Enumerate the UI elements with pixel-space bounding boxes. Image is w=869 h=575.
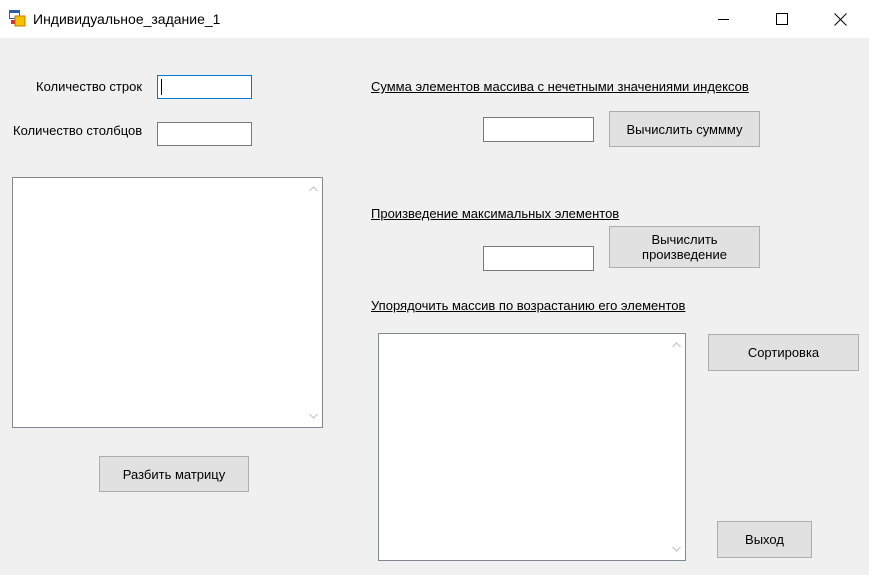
app-form-icon — [9, 10, 26, 27]
compute-sum-button[interactable]: Вычислить суммму — [609, 111, 760, 147]
minimize-button[interactable] — [695, 0, 753, 38]
compute-product-label-line1: Вычислить — [651, 232, 718, 247]
sorted-listbox-scrollbar[interactable] — [668, 334, 685, 560]
matrix-listbox[interactable] — [12, 177, 323, 428]
scroll-down-icon[interactable] — [308, 410, 319, 421]
maximize-button[interactable] — [753, 0, 811, 38]
window-title: Индивидуальное_задание_1 — [33, 11, 221, 27]
cols-count-label: Количество столбцов — [13, 123, 143, 138]
product-max-label: Произведение максимальных элементов — [371, 206, 620, 221]
rows-count-input[interactable] — [157, 75, 252, 99]
rows-count-label: Количество строк — [36, 79, 143, 94]
matrix-listbox-scrollbar[interactable] — [305, 178, 322, 427]
scroll-down-icon[interactable] — [671, 543, 682, 554]
scroll-up-icon[interactable] — [308, 184, 319, 195]
text-caret — [161, 79, 162, 95]
main-window: Индивидуальное_задание_1 Количество стро… — [0, 0, 869, 575]
minimize-icon — [718, 19, 729, 20]
scroll-up-icon[interactable] — [671, 340, 682, 351]
close-icon — [833, 12, 847, 26]
sum-result-input[interactable] — [483, 117, 594, 142]
maximize-icon — [776, 13, 788, 25]
sort-ascending-label: Упорядочить массив по возрастанию его эл… — [371, 298, 686, 313]
compute-product-label-line2: произведение — [642, 247, 727, 262]
title-bar[interactable]: Индивидуальное_задание_1 — [0, 0, 869, 38]
sum-odd-indices-label: Сумма элементов массива с нечетными знач… — [371, 79, 749, 94]
cols-count-input[interactable] — [157, 122, 252, 146]
product-result-input[interactable] — [483, 246, 594, 271]
exit-button[interactable]: Выход — [717, 521, 812, 558]
split-matrix-button[interactable]: Разбить матрицу — [99, 456, 249, 492]
close-button[interactable] — [811, 0, 869, 38]
sort-button[interactable]: Сортировка — [708, 334, 859, 371]
sorted-array-listbox[interactable] — [378, 333, 686, 561]
compute-product-button[interactable]: Вычислить произведение — [609, 226, 760, 268]
